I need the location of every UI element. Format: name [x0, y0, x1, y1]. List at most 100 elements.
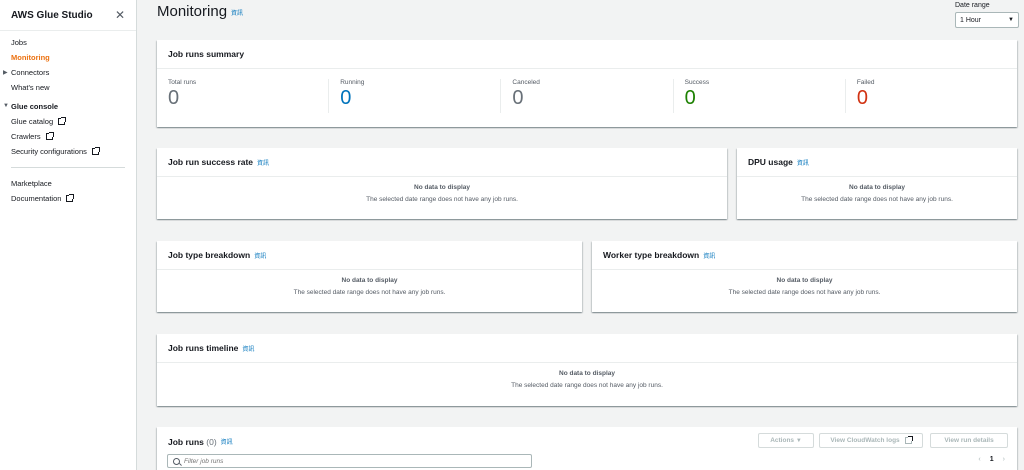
- metric-value[interactable]: 0: [512, 86, 672, 110]
- empty-state: No data to display The selected date ran…: [157, 270, 582, 296]
- panel-title: Job run success rate: [168, 157, 254, 167]
- panel-header: Job run success rate 資訊: [157, 148, 727, 177]
- filter-job-runs-field[interactable]: [167, 454, 532, 468]
- sidebar-section-glue-console[interactable]: ▼ Glue console: [0, 98, 136, 114]
- empty-state-title: No data to display: [341, 277, 398, 284]
- empty-state-message: The selected date range does not have an…: [801, 196, 953, 203]
- info-link[interactable]: 資訊: [242, 344, 254, 353]
- page-title-text: Monitoring: [157, 3, 228, 20]
- external-link-icon: [904, 436, 913, 444]
- job-runs-summary-panel: Job runs summary Total runs 0 Running 0 …: [157, 40, 1017, 127]
- panel-title: Job runs summary: [157, 40, 1017, 69]
- panel-title: DPU usage: [748, 157, 793, 167]
- sidebar-header: AWS Glue Studio ✕: [0, 0, 136, 31]
- empty-state-message: The selected date range does not have an…: [366, 196, 518, 203]
- sidebar-item-label: Crawlers: [11, 132, 41, 141]
- next-page-icon[interactable]: ›: [1003, 456, 1005, 463]
- metric-success: Success 0: [674, 79, 846, 113]
- caret-down-icon: ▼: [3, 103, 9, 109]
- sidebar-item-label: Documentation: [11, 194, 62, 203]
- section-label: Glue console: [11, 101, 59, 111]
- metric-label: Failed: [856, 79, 875, 86]
- empty-state-title: No data to display: [849, 184, 905, 191]
- date-range-value: 1 Hour: [960, 16, 982, 24]
- external-link-icon: [58, 117, 67, 125]
- empty-state-message: The selected date range does not have an…: [293, 289, 446, 296]
- info-link[interactable]: 資訊: [221, 437, 233, 446]
- metric-value[interactable]: 0: [685, 86, 845, 110]
- empty-state: No data to display The selected date ran…: [157, 177, 727, 203]
- panel-title: Job runs timeline: [168, 343, 239, 353]
- job-runs-timeline-panel: Job runs timeline 資訊 No data to display T…: [157, 334, 1017, 406]
- sidebar-item-jobs[interactable]: Jobs: [0, 35, 136, 50]
- sidebar-item-connectors[interactable]: ▶ Connectors: [0, 65, 136, 80]
- sidebar-item-glue-catalog[interactable]: Glue catalog: [0, 114, 136, 129]
- view-cloudwatch-logs-button[interactable]: View CloudWatch logs: [819, 433, 923, 448]
- date-range-select[interactable]: 1 Hour ▼: [955, 12, 1019, 28]
- panel-title: Job runs: [168, 436, 204, 447]
- sidebar-item-crawlers[interactable]: Crawlers: [0, 129, 136, 144]
- page-title: Monitoring 資訊: [157, 3, 243, 20]
- search-icon: [173, 457, 180, 465]
- job-runs-panel: Job runs (0) 資訊 Actions ▼ View CloudWatch…: [157, 427, 1017, 470]
- panel-title: Worker type breakdown: [603, 250, 700, 260]
- dpu-usage-panel: DPU usage 資訊 No data to display The selec…: [737, 148, 1017, 219]
- metric-label: Canceled: [512, 79, 540, 86]
- sidebar-item-whats-new[interactable]: What's new: [0, 80, 136, 95]
- panel-header: DPU usage 資訊: [737, 148, 1017, 177]
- sidebar-item-security-configurations[interactable]: Security configurations: [0, 144, 136, 159]
- empty-state: No data to display The selected date ran…: [737, 177, 1017, 203]
- panel-header: Worker type breakdown 資訊: [592, 241, 1017, 270]
- metric-label: Success: [684, 79, 710, 86]
- external-link-icon: [91, 147, 100, 155]
- button-label: View CloudWatch logs: [830, 437, 900, 444]
- empty-state-title: No data to display: [414, 184, 470, 191]
- info-link[interactable]: 資訊: [257, 158, 269, 167]
- metric-canceled: Canceled 0: [501, 79, 674, 113]
- info-link[interactable]: 資訊: [797, 158, 809, 167]
- job-runs-count: (0): [206, 436, 217, 447]
- sidebar-item-label: Security configurations: [11, 147, 87, 156]
- filter-job-runs-input[interactable]: [184, 457, 484, 465]
- info-link[interactable]: 資訊: [703, 251, 715, 260]
- metric-label: Running: [340, 79, 365, 86]
- metric-value[interactable]: 0: [857, 86, 1017, 110]
- sidebar-title[interactable]: AWS Glue Studio: [11, 10, 93, 21]
- previous-page-icon[interactable]: ‹: [978, 456, 980, 463]
- info-link[interactable]: 資訊: [231, 11, 243, 17]
- metric-running: Running 0: [329, 79, 502, 113]
- actions-button[interactable]: Actions ▼: [758, 433, 814, 448]
- close-icon[interactable]: ✕: [115, 8, 125, 22]
- empty-state-message: The selected date range does not have an…: [511, 382, 663, 389]
- view-run-details-button[interactable]: View run details: [930, 433, 1008, 448]
- metric-value[interactable]: 0: [168, 86, 328, 110]
- metric-failed: Failed 0: [846, 79, 1017, 113]
- sidebar-divider: [11, 167, 125, 168]
- caret-down-icon: ▼: [795, 437, 802, 444]
- external-link-icon: [45, 132, 54, 140]
- empty-state-message: The selected date range does not have an…: [728, 289, 881, 296]
- page-number[interactable]: 1: [990, 456, 994, 463]
- side-navigation: AWS Glue Studio ✕ Jobs Monitoring ▶ Conn…: [0, 0, 137, 470]
- job-run-success-rate-panel: Job run success rate 資訊 No data to displa…: [157, 148, 727, 219]
- panel-header: Job type breakdown 資訊: [157, 241, 582, 270]
- empty-state: No data to display The selected date ran…: [592, 270, 1017, 296]
- metric-value[interactable]: 0: [340, 86, 500, 110]
- sidebar-item-marketplace[interactable]: Marketplace: [0, 176, 136, 191]
- pagination: ‹ 1 ›: [978, 456, 1005, 463]
- panel-title: Job type breakdown: [168, 250, 251, 260]
- caret-down-icon: ▼: [1008, 17, 1014, 23]
- empty-state: No data to display The selected date ran…: [157, 363, 1017, 389]
- external-link-icon: [66, 194, 75, 202]
- metric-total-runs: Total runs 0: [157, 79, 330, 113]
- date-range-label: Date range: [955, 2, 990, 9]
- sidebar-item-monitoring[interactable]: Monitoring: [0, 50, 136, 65]
- sidebar-item-documentation[interactable]: Documentation: [0, 191, 136, 206]
- button-label: Actions: [770, 437, 795, 444]
- panel-header: Job runs timeline 資訊: [157, 334, 1017, 363]
- sidebar-item-label: Glue catalog: [11, 117, 54, 126]
- sidebar-item-label: Connectors: [11, 68, 50, 77]
- worker-type-breakdown-panel: Worker type breakdown 資訊 No data to displ…: [592, 241, 1017, 312]
- job-type-breakdown-panel: Job type breakdown 資訊 No data to display …: [157, 241, 582, 312]
- info-link[interactable]: 資訊: [254, 251, 266, 260]
